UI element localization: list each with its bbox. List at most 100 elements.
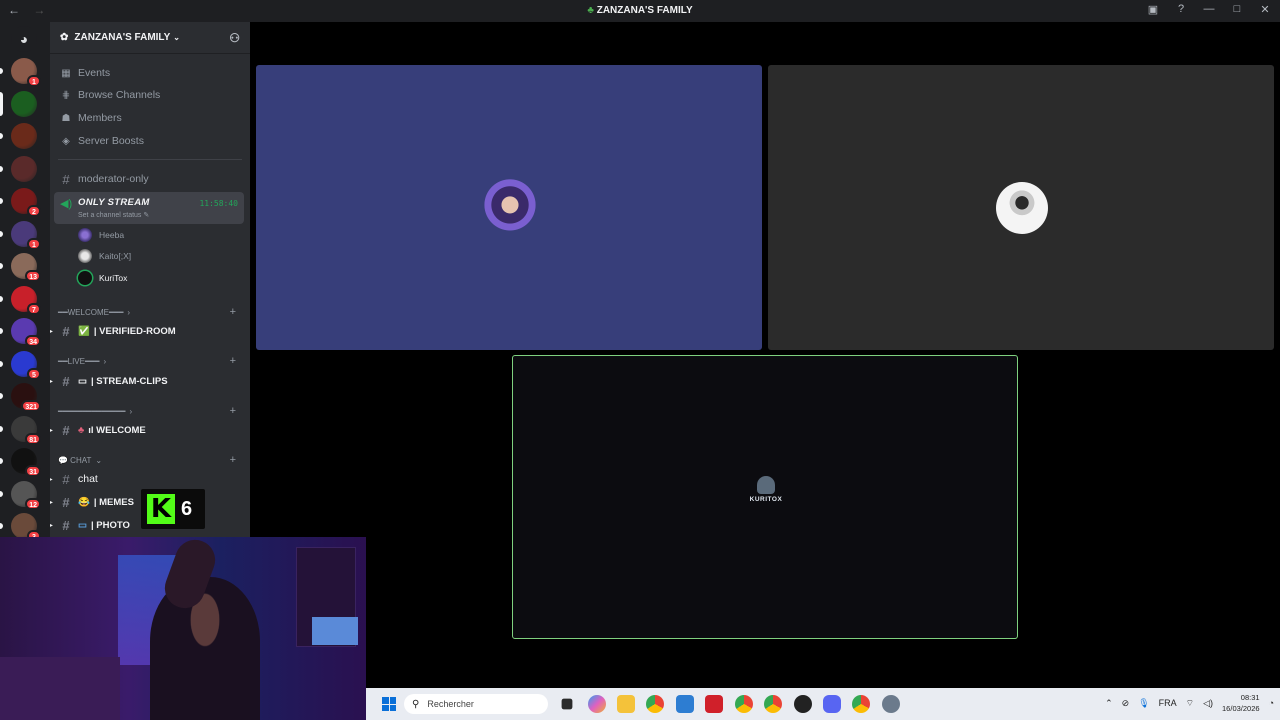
- voice-user[interactable]: KuriTox: [78, 268, 127, 288]
- wifi-icon[interactable]: ⌔: [1186, 698, 1194, 709]
- mention-badge: 7: [27, 302, 41, 315]
- video-tile-heeba[interactable]: [256, 65, 762, 350]
- category-live[interactable]: ━━LIVE━━━ › +: [58, 354, 244, 368]
- microphone-icon[interactable]: 🎙︎: [1138, 698, 1149, 709]
- unread-indicator: [0, 393, 3, 399]
- caret-icon: ▶: [50, 499, 53, 506]
- server-icon[interactable]: 2: [11, 188, 41, 217]
- store-icon[interactable]: [676, 695, 694, 713]
- video-tile-kaito[interactable]: [768, 65, 1274, 350]
- browse-icon: ⋕: [61, 89, 71, 101]
- file-explorer-icon[interactable]: [617, 695, 635, 713]
- chrome-profile-icon[interactable]: [735, 695, 753, 713]
- mention-badge: 12: [25, 497, 41, 510]
- avatar: [996, 182, 1048, 234]
- copilot-icon[interactable]: [588, 695, 606, 713]
- unread-indicator: [0, 425, 3, 432]
- notifications-icon[interactable]: ◔: [1269, 698, 1274, 708]
- category-divider[interactable]: ━━━━━━━━━━━━━━ › +: [58, 404, 244, 418]
- category-chat[interactable]: 💬 CHAT ⌄ +: [58, 453, 244, 467]
- add-channel-icon[interactable]: +: [230, 405, 236, 417]
- taskbar-search[interactable]: ⚲ Rechercher: [404, 694, 548, 714]
- discord-home-icon[interactable]: ◕: [11, 26, 37, 52]
- add-channel-icon[interactable]: +: [230, 355, 236, 367]
- maximize-button[interactable]: □: [1230, 3, 1244, 16]
- kuritox-logo: KURITOX: [741, 476, 791, 516]
- channel-chat[interactable]: ▶ # chat: [50, 469, 244, 489]
- task-view-icon[interactable]: [561, 698, 573, 710]
- windows-taskbar: ⚲ Rechercher ⌃ ⊘ 🎙︎ FRA ⌔ ◁) 08:31 16/03…: [366, 688, 1280, 720]
- chrome-profile-icon[interactable]: [764, 695, 782, 713]
- language-indicator[interactable]: FRA: [1159, 698, 1177, 708]
- server-icon[interactable]: 321: [11, 383, 41, 412]
- divider: [58, 159, 242, 160]
- server-icon[interactable]: 81: [11, 415, 41, 445]
- chrome-icon[interactable]: [646, 695, 664, 713]
- menu-events[interactable]: ▦ Events: [60, 64, 110, 82]
- menu-server-boosts[interactable]: ◈ Server Boosts: [60, 132, 144, 150]
- server-icon[interactable]: 7: [11, 285, 41, 315]
- server-icon[interactable]: 3: [11, 513, 41, 542]
- chevron-right-icon: ›: [129, 406, 133, 416]
- server-icon[interactable]: 31: [11, 448, 41, 477]
- minimize-button[interactable]: —: [1202, 3, 1216, 16]
- channel-welcome[interactable]: ▶ # ♣ ıl WELCOME: [50, 420, 244, 440]
- discord-icon[interactable]: [823, 695, 841, 713]
- mention-badge: 81: [25, 432, 41, 445]
- server-icon[interactable]: 1: [11, 220, 41, 250]
- network-icon[interactable]: ⊘: [1122, 698, 1130, 709]
- channel-verified-room[interactable]: ▶ # ✅ | VERIFIED-ROOM: [50, 321, 244, 341]
- server-icon[interactable]: 12: [11, 480, 41, 510]
- unread-indicator: [0, 68, 3, 74]
- server-header[interactable]: ✿ ZANZANA'S FAMILY ⌄ ⚇: [50, 22, 250, 54]
- chevron-up-icon[interactable]: ⌃: [1105, 698, 1113, 709]
- server-icon[interactable]: 1: [11, 58, 41, 87]
- avatar: [78, 271, 92, 285]
- hash-icon: #: [62, 422, 70, 438]
- chrome-profile-icon[interactable]: [852, 695, 870, 713]
- kick-viewer-badge: K 6: [141, 489, 205, 529]
- channel-stream-clips[interactable]: ▶ # ▭ | STREAM-CLIPS: [50, 371, 244, 391]
- obs-icon[interactable]: [794, 695, 812, 713]
- hash-icon: #: [62, 471, 70, 487]
- server-leaf-icon: ♣: [587, 5, 594, 16]
- channel-moderator-only[interactable]: # moderator-only: [60, 169, 244, 189]
- hash-icon: #: [62, 171, 70, 187]
- volume-icon[interactable]: ◁): [1203, 698, 1213, 709]
- hash-icon: #: [62, 517, 70, 533]
- server-icon[interactable]: 34: [11, 318, 41, 347]
- unread-indicator: [0, 360, 3, 367]
- server-icon[interactable]: [11, 155, 37, 182]
- server-icon[interactable]: [11, 123, 37, 149]
- help-icon[interactable]: ?: [1174, 3, 1188, 16]
- voice-speaker-icon: ◀): [60, 198, 73, 210]
- settings-gear-icon[interactable]: [882, 695, 900, 713]
- menu-members[interactable]: ☗ Members: [60, 109, 122, 127]
- wps-icon[interactable]: [705, 695, 723, 713]
- chevron-down-icon: ⌄: [95, 455, 103, 465]
- mention-badge: 5: [27, 367, 41, 380]
- voice-channel-only-stream[interactable]: ◀) ONLY STREAM Set a channel status ✎ 11…: [54, 192, 244, 224]
- close-button[interactable]: ✕: [1258, 3, 1272, 16]
- avatar: [78, 249, 92, 263]
- add-channel-icon[interactable]: +: [230, 306, 236, 318]
- voice-user[interactable]: Heeba: [78, 225, 124, 245]
- server-icon[interactable]: [11, 90, 37, 117]
- channel-status[interactable]: Set a channel status ✎: [78, 211, 149, 219]
- server-icon[interactable]: 5: [11, 350, 41, 380]
- invite-user-icon[interactable]: ⚇: [229, 31, 240, 45]
- windows-start-icon[interactable]: [382, 697, 396, 711]
- voice-user[interactable]: Kaito[;X]: [78, 246, 131, 266]
- video-tile-kuritox[interactable]: KURITOX: [512, 355, 1018, 639]
- caret-icon: ▶: [50, 476, 53, 483]
- add-channel-icon[interactable]: +: [230, 454, 236, 466]
- screen-share-icon[interactable]: ▣: [1146, 3, 1160, 16]
- menu-browse-channels[interactable]: ⋕ Browse Channels: [60, 86, 161, 104]
- sofa: [0, 657, 120, 720]
- category-welcome[interactable]: ━━WELCOME━━━ › +: [58, 305, 244, 319]
- clock[interactable]: 08:31 16/03/2026: [1222, 692, 1260, 714]
- system-tray: ⌃ ⊘ 🎙︎ FRA ⌔ ◁) 08:31 16/03/2026 ◔: [1105, 692, 1274, 714]
- webcam-overlay: [0, 537, 366, 720]
- avatar: [78, 228, 92, 242]
- server-icon[interactable]: 13: [11, 253, 41, 282]
